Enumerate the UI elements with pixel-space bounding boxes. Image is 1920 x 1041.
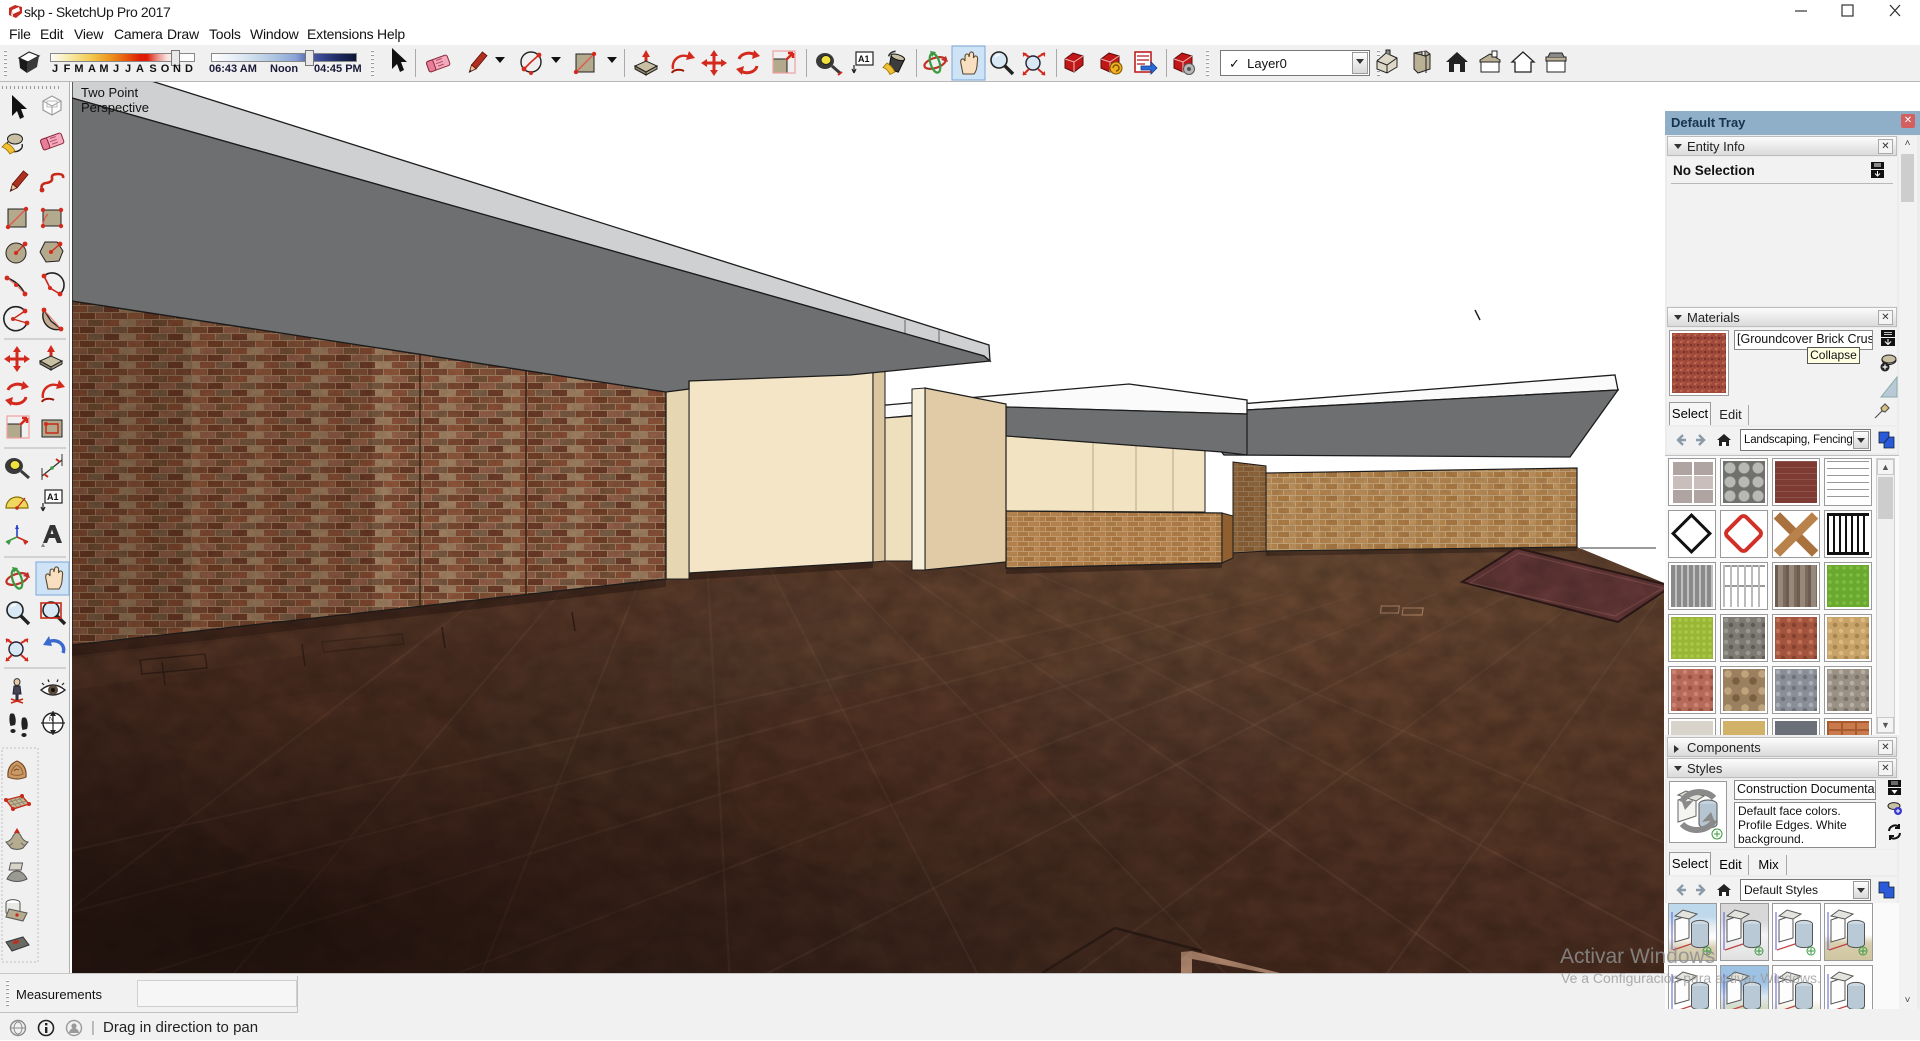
svg-text:N: N xyxy=(49,717,53,723)
svg-text:A1: A1 xyxy=(47,492,59,502)
svg-text:Perspective: Perspective xyxy=(81,100,149,115)
svg-text:Two Point: Two Point xyxy=(81,85,138,100)
svg-text:A1: A1 xyxy=(858,54,870,64)
